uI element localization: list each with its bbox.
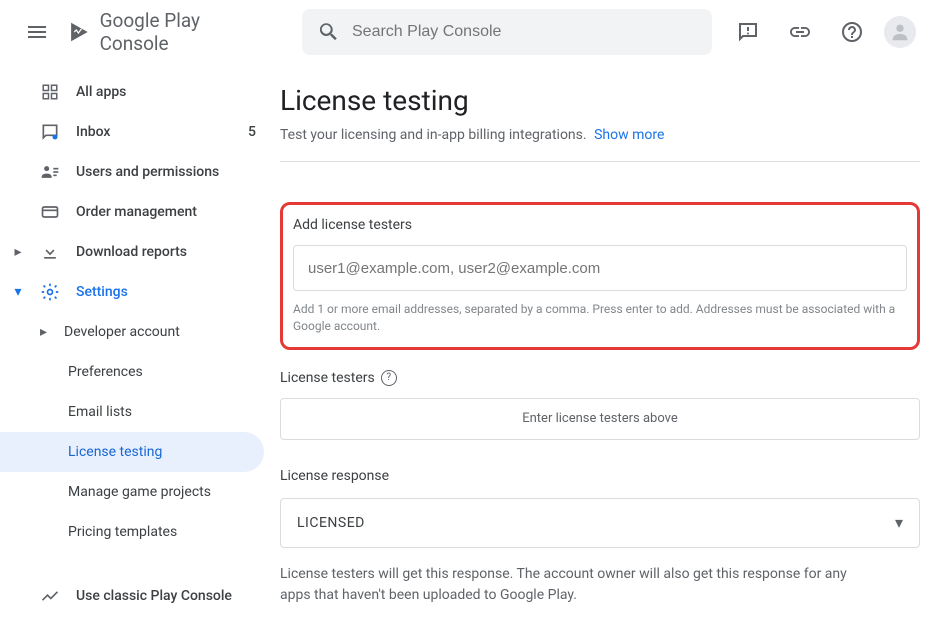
nav-settings[interactable]: ▾ Settings — [0, 272, 280, 312]
nav-order-management[interactable]: Order management — [0, 192, 280, 232]
license-testers-empty: Enter license testers above — [280, 398, 920, 440]
license-response-label: License response — [280, 468, 920, 484]
sidebar: All apps Inbox 5 Users and permissions O… — [0, 64, 280, 616]
header-actions — [728, 12, 916, 52]
add-testers-label: Add license testers — [293, 217, 907, 233]
nav-download-reports[interactable]: ▸ Download reports — [0, 232, 280, 272]
nav-license-testing[interactable]: License testing — [0, 432, 264, 472]
nav-label: License testing — [68, 444, 162, 460]
logo[interactable]: Google Play Console — [67, 9, 254, 55]
help-button[interactable] — [832, 12, 872, 52]
chevron-right-icon: ▸ — [12, 244, 24, 260]
nav-label: All apps — [76, 84, 126, 100]
nav-manage-game-projects[interactable]: Manage game projects — [0, 472, 280, 512]
add-testers-hint: Add 1 or more email addresses, separated… — [293, 301, 907, 335]
gear-icon — [40, 282, 60, 302]
nav-developer-account[interactable]: ▸ Developer account — [0, 312, 280, 352]
chevron-down-icon: ▾ — [12, 284, 24, 300]
nav-label: Download reports — [76, 244, 187, 260]
help-tooltip-icon[interactable]: ? — [381, 370, 397, 386]
nav-label: Email lists — [68, 404, 132, 420]
person-icon — [889, 21, 911, 43]
logo-text: Google Play Console — [100, 9, 254, 55]
nav-label: Inbox — [76, 124, 110, 140]
nav-label: Settings — [76, 284, 128, 300]
license-response-select[interactable]: LICENSED ▾ — [280, 498, 920, 548]
nav-label: Users and permissions — [76, 164, 219, 180]
menu-icon — [25, 20, 49, 44]
nav-inbox[interactable]: Inbox 5 — [0, 112, 280, 152]
nav-preferences[interactable]: Preferences — [0, 352, 280, 392]
apps-icon — [40, 82, 60, 102]
download-icon — [40, 242, 60, 262]
nav-users-permissions[interactable]: Users and permissions — [0, 152, 280, 192]
link-button[interactable] — [780, 12, 820, 52]
search-bar[interactable] — [302, 9, 712, 55]
license-response-value: LICENSED — [297, 515, 365, 531]
nav-label: Use classic Play Console — [76, 588, 232, 604]
add-testers-input[interactable] — [293, 245, 907, 291]
nav-email-lists[interactable]: Email lists — [0, 392, 280, 432]
inbox-count: 5 — [248, 124, 256, 140]
inbox-icon — [40, 122, 60, 142]
nav-label: Preferences — [68, 364, 143, 380]
show-more-link[interactable]: Show more — [594, 127, 664, 143]
license-response-description: License testers will get this response. … — [280, 564, 860, 606]
chart-line-icon — [40, 586, 60, 606]
add-testers-highlight: Add license testers Add 1 or more email … — [280, 202, 920, 350]
search-input[interactable] — [352, 23, 696, 41]
nav-label: Manage game projects — [68, 484, 211, 500]
link-icon — [788, 20, 812, 44]
search-icon — [318, 21, 340, 43]
play-console-logo-icon — [67, 18, 92, 46]
license-testers-label: License testers — [280, 370, 375, 386]
credit-card-icon — [40, 202, 60, 222]
nav-all-apps[interactable]: All apps — [0, 72, 280, 112]
app-header: Google Play Console — [0, 0, 932, 64]
page-subtitle: Test your licensing and in-app billing i… — [280, 127, 920, 162]
announcement-icon — [736, 20, 760, 44]
chevron-right-icon: ▸ — [40, 324, 52, 340]
nav-pricing-templates[interactable]: Pricing templates — [0, 512, 280, 552]
feedback-button[interactable] — [728, 12, 768, 52]
nav-classic-console[interactable]: Use classic Play Console — [0, 576, 280, 616]
help-icon — [840, 20, 864, 44]
hamburger-menu-button[interactable] — [16, 8, 59, 56]
page-title: License testing — [280, 84, 920, 117]
main-content: License testing Test your licensing and … — [280, 64, 932, 616]
nav-label: Order management — [76, 204, 197, 220]
account-avatar[interactable] — [884, 16, 916, 48]
dropdown-arrow-icon: ▾ — [895, 513, 903, 532]
nav-label: Developer account — [64, 324, 180, 340]
nav-label: Pricing templates — [68, 524, 177, 540]
users-icon — [40, 162, 60, 182]
